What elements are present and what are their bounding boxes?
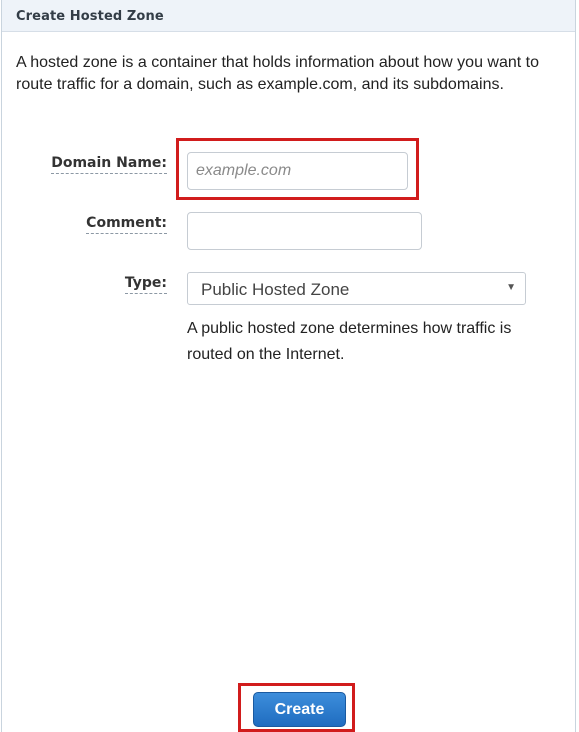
panel-title: Create Hosted Zone	[16, 9, 164, 24]
comment-input[interactable]	[187, 212, 422, 250]
comment-label: Comment:	[86, 215, 167, 234]
panel-description: A hosted zone is a container that holds …	[16, 54, 539, 93]
chevron-down-icon: ▼	[506, 282, 516, 293]
create-button[interactable]: Create	[253, 692, 346, 727]
panel-header: Create Hosted Zone	[2, 0, 575, 32]
domain-name-label: Domain Name:	[51, 155, 167, 174]
type-help-text: A public hosted zone determines how traf…	[187, 320, 512, 363]
type-label: Type:	[124, 275, 167, 294]
domain-name-input[interactable]	[187, 152, 408, 190]
create-hosted-zone-panel: Create Hosted Zone A hosted zone is a co…	[1, 0, 576, 732]
type-select-value: Public Hosted Zone	[201, 280, 350, 299]
type-select[interactable]: Public Hosted Zone ▼	[187, 272, 526, 305]
